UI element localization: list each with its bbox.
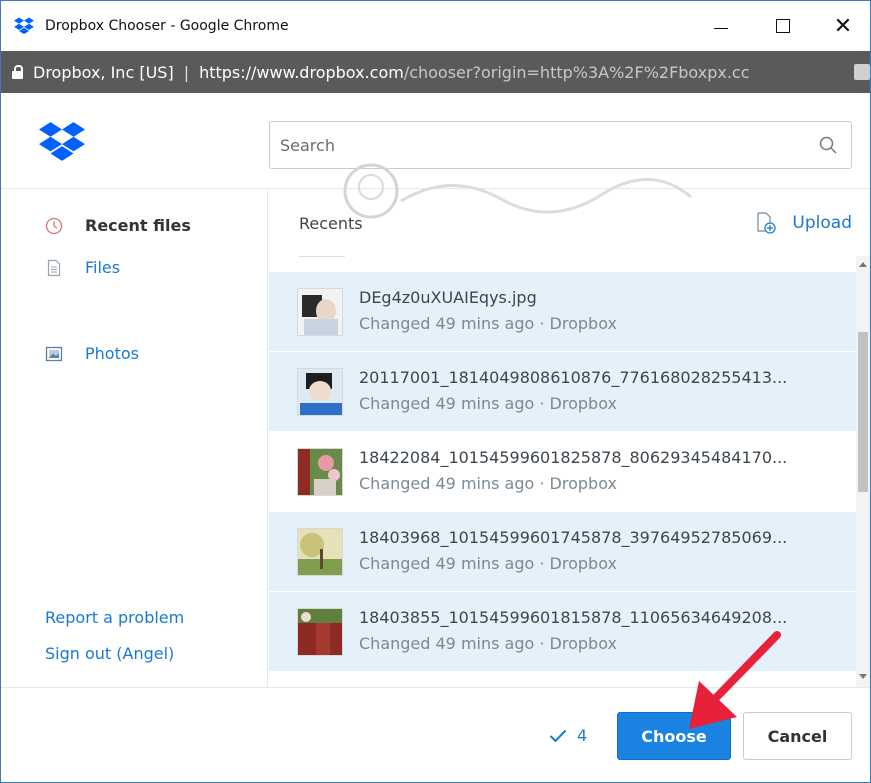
search-box[interactable] bbox=[269, 121, 852, 169]
file-icon bbox=[47, 259, 61, 276]
check-icon bbox=[549, 729, 567, 742]
close-icon: ✕ bbox=[833, 13, 853, 39]
file-thumbnail bbox=[297, 448, 343, 496]
sidebar-item-label: Recent files bbox=[85, 216, 191, 235]
file-name: 18403855_10154599601815878_1106563464920… bbox=[359, 608, 788, 627]
upload-button[interactable]: Upload bbox=[756, 212, 852, 234]
window-title: Dropbox Chooser - Google Chrome bbox=[45, 18, 289, 34]
chooser-window: Dropbox Chooser - Google Chrome ✕ Dropbo… bbox=[0, 0, 871, 783]
file-name: 18403968_10154599601745878_3976495278506… bbox=[359, 528, 788, 547]
scroll-up-icon[interactable] bbox=[859, 262, 867, 267]
choose-button[interactable]: Choose bbox=[617, 712, 731, 760]
selected-count: 4 bbox=[549, 726, 587, 745]
file-thumbnail bbox=[297, 528, 343, 576]
file-list-header: Recents Upload bbox=[269, 190, 870, 256]
maximize-button[interactable] bbox=[753, 1, 813, 51]
file-name: 20117001_1814049808610876_77616802825541… bbox=[359, 368, 788, 387]
close-button[interactable]: ✕ bbox=[813, 1, 870, 51]
file-row[interactable]: 18403855_10154599601815878_1106563464920… bbox=[269, 591, 856, 671]
sidebar-item-files[interactable]: Files bbox=[45, 258, 120, 277]
file-thumbnail bbox=[297, 288, 343, 336]
list-divider bbox=[299, 256, 345, 257]
cancel-button[interactable]: Cancel bbox=[743, 712, 852, 760]
file-meta: Changed 49 mins ago · Dropbox bbox=[359, 554, 617, 573]
report-problem-link[interactable]: Report a problem bbox=[45, 608, 184, 627]
section-title: Recents bbox=[299, 214, 363, 233]
file-row[interactable]: 18403968_10154599601745878_3976495278506… bbox=[269, 511, 856, 591]
url-host: https://www.dropbox.com bbox=[199, 62, 404, 82]
file-list-scrollbar[interactable] bbox=[856, 256, 870, 687]
address-separator: | bbox=[183, 62, 190, 82]
minimize-icon bbox=[714, 27, 728, 29]
chooser-header bbox=[1, 93, 870, 189]
scroll-down-icon[interactable] bbox=[859, 674, 867, 679]
sidebar-item-recent-files[interactable]: Recent files bbox=[45, 216, 191, 235]
file-thumbnail bbox=[297, 368, 343, 416]
lock-icon bbox=[12, 65, 23, 79]
translate-icon[interactable] bbox=[854, 64, 870, 80]
file-name: 18422084_10154599601825878_8062934548417… bbox=[359, 448, 788, 467]
scrollbar-thumb[interactable] bbox=[858, 332, 868, 492]
photo-icon bbox=[45, 346, 63, 361]
file-name: DEg4z0uXUAIEqys.jpg bbox=[359, 288, 537, 307]
minimize-button[interactable] bbox=[691, 1, 751, 51]
maximize-icon bbox=[776, 19, 790, 33]
sidebar-item-label: Photos bbox=[85, 344, 139, 363]
sidebar-item-photos[interactable]: Photos bbox=[45, 344, 139, 363]
sidebar-item-label: Files bbox=[85, 258, 121, 277]
file-row[interactable]: 20117001_1814049808610876_77616802825541… bbox=[269, 351, 856, 431]
upload-file-icon bbox=[757, 212, 777, 234]
file-meta: Changed 49 mins ago · Dropbox bbox=[359, 314, 617, 333]
url-path: /chooser?origin=http%3A%2F%2Fboxpx.cc bbox=[403, 62, 750, 82]
dropbox-icon bbox=[14, 17, 34, 35]
file-thumbnail bbox=[297, 608, 343, 656]
clock-icon bbox=[45, 217, 63, 234]
search-input[interactable] bbox=[270, 122, 790, 168]
title-bar: Dropbox Chooser - Google Chrome ✕ bbox=[1, 1, 870, 51]
file-meta: Changed 49 mins ago · Dropbox bbox=[359, 634, 617, 653]
file-row[interactable]: 18422084_10154599601825878_8062934548417… bbox=[269, 431, 856, 511]
search-icon[interactable] bbox=[819, 136, 837, 154]
file-meta: Changed 49 mins ago · Dropbox bbox=[359, 394, 617, 413]
upload-label: Upload bbox=[792, 213, 852, 233]
sidebar: Recent files Files Photos Report a probl… bbox=[1, 190, 268, 687]
address-bar[interactable]: Dropbox, Inc [US] | https://www.dropbox.… bbox=[1, 51, 870, 93]
file-row[interactable]: DEg4z0uXUAIEqys.jpg Changed 49 mins ago … bbox=[269, 271, 856, 351]
selected-count-value: 4 bbox=[577, 726, 588, 745]
site-owner: Dropbox, Inc [US] bbox=[33, 62, 174, 82]
file-meta: Changed 49 mins ago · Dropbox bbox=[359, 474, 617, 493]
file-list: DEg4z0uXUAIEqys.jpg Changed 49 mins ago … bbox=[269, 271, 856, 671]
sign-out-link[interactable]: Sign out (Angel) bbox=[45, 644, 174, 663]
dropbox-logo-icon bbox=[39, 122, 85, 161]
chooser-footer: 4 Choose Cancel bbox=[1, 687, 870, 782]
